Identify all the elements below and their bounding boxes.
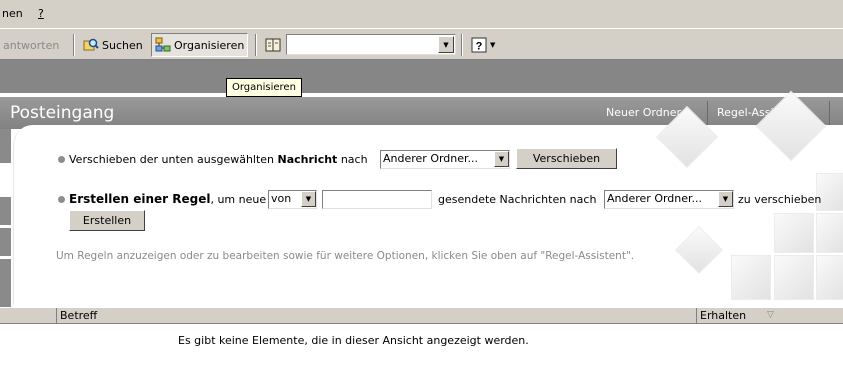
left-strip-block xyxy=(0,228,11,256)
organize-tooltip: Organisieren xyxy=(226,78,302,97)
chevron-down-icon[interactable]: ▼ xyxy=(490,41,495,49)
rule-text-end: zu verschieben xyxy=(738,193,822,206)
decorative-shape xyxy=(816,213,843,253)
left-strip-block xyxy=(0,259,11,307)
toolbar-separator xyxy=(73,34,75,56)
left-strip-block xyxy=(0,129,11,163)
help-icon: ? xyxy=(471,37,487,53)
chevron-down-icon[interactable]: ▼ xyxy=(718,191,733,207)
address-book-button[interactable] xyxy=(262,33,287,57)
folder-banner xyxy=(0,60,843,93)
help-button[interactable]: ? ▼ xyxy=(468,33,498,57)
search-icon xyxy=(83,37,99,53)
decorative-shape xyxy=(774,213,814,253)
decorative-shape xyxy=(674,225,724,275)
column-received[interactable]: Erhalten ▽ xyxy=(697,308,843,324)
header-separator xyxy=(829,101,830,125)
column-header: Betreff Erhalten ▽ xyxy=(0,307,843,324)
folder-title: Posteingang xyxy=(10,103,115,123)
rule-folder-select[interactable]: Anderer Ordner... ▼ xyxy=(604,190,734,209)
column-subject[interactable]: Betreff xyxy=(57,308,697,324)
rule-text-middle: gesendete Nachrichten nach xyxy=(438,193,597,206)
organize-label: Organisieren xyxy=(174,38,245,52)
column-received-label: Erhalten xyxy=(700,309,747,322)
bullet-icon xyxy=(58,156,65,163)
rules-hint: Um Regeln anzuzeigen oder zu bearbeiten … xyxy=(56,250,635,262)
menu-item-tools[interactable]: nen xyxy=(2,7,23,20)
rule-sender-field[interactable] xyxy=(322,190,432,209)
sort-desc-icon: ▽ xyxy=(767,310,774,320)
decorative-shape xyxy=(731,255,771,300)
organize-icon xyxy=(155,37,171,53)
toolbar-separator xyxy=(461,34,463,56)
toolbar-separator xyxy=(255,34,257,56)
organize-button[interactable]: Organisieren xyxy=(151,33,249,57)
chevron-down-icon[interactable]: ▼ xyxy=(438,36,454,53)
move-text: Verschieben der unten ausgewählten Nachr… xyxy=(69,153,368,166)
reply-all-button[interactable]: antworten xyxy=(0,33,62,57)
rule-text: Erstellen einer Regel, um neue xyxy=(69,192,267,206)
search-label: Suchen xyxy=(102,38,143,52)
search-button[interactable]: Suchen xyxy=(80,33,146,57)
chevron-down-icon[interactable]: ▼ xyxy=(494,151,509,167)
reply-all-label: antworten xyxy=(3,38,60,52)
rule-condition-value: von xyxy=(271,192,292,205)
create-rule-button[interactable]: Erstellen xyxy=(69,210,145,231)
svg-text:?: ? xyxy=(476,41,483,53)
left-strip xyxy=(0,129,13,307)
decorative-shape xyxy=(816,255,843,300)
rule-folder-value: Anderer Ordner... xyxy=(607,192,703,205)
move-folder-value: Anderer Ordner... xyxy=(383,152,479,165)
address-book-icon xyxy=(265,37,281,53)
toolbar: antworten Suchen Organisieren ▼ ? ▼ xyxy=(0,28,843,60)
empty-list-message: Es gibt keine Elemente, die in dieser An… xyxy=(178,334,529,347)
decorative-shape xyxy=(774,255,814,300)
menu-bar: nen ? xyxy=(0,0,843,28)
rule-condition-select[interactable]: von ▼ xyxy=(268,190,317,209)
address-search-combo[interactable]: ▼ xyxy=(286,34,456,55)
column-icon-area[interactable] xyxy=(0,308,57,324)
bullet-icon xyxy=(58,196,65,203)
move-button[interactable]: Verschieben xyxy=(516,148,617,169)
left-strip-block xyxy=(0,197,11,225)
header-separator xyxy=(707,101,708,125)
chevron-down-icon[interactable]: ▼ xyxy=(301,191,316,207)
move-folder-select[interactable]: Anderer Ordner... ▼ xyxy=(380,150,510,169)
menu-item-help[interactable]: ? xyxy=(38,7,44,20)
